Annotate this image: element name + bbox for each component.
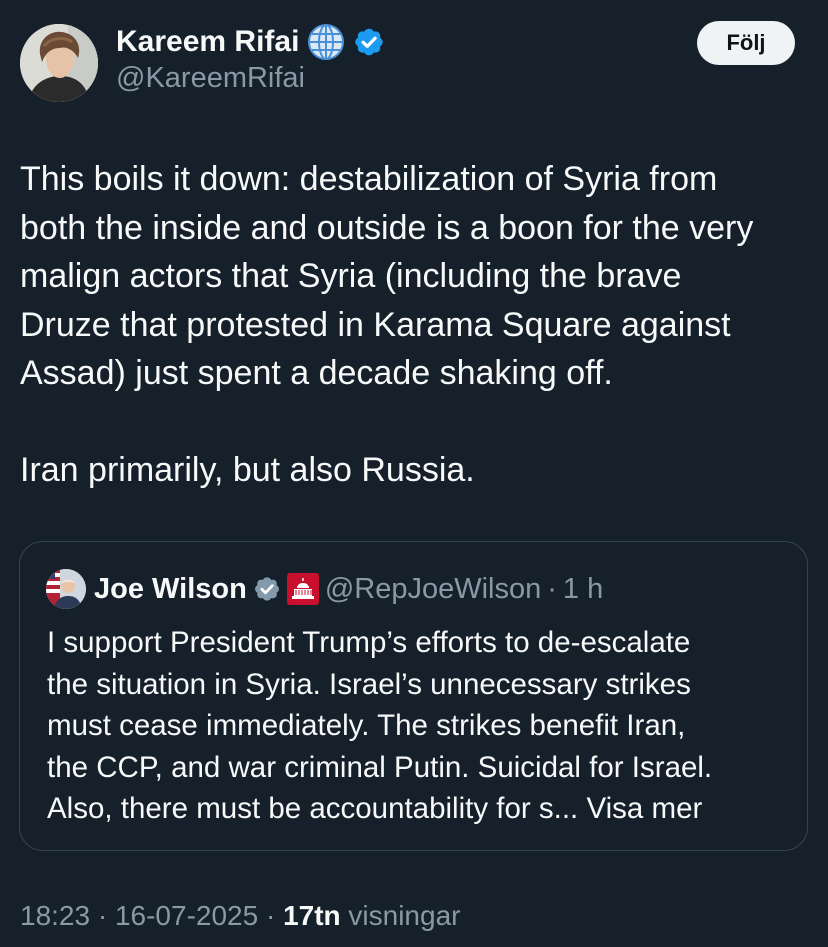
- quote-line: must cease immediately. The strikes bene…: [47, 709, 686, 742]
- globe-icon: [307, 23, 345, 61]
- author-name-row: Kareem Rifai: [116, 22, 385, 62]
- tweet-timestamp[interactable]: 18:23 · 16-07-2025 ·: [20, 900, 275, 931]
- views-label: visningar: [348, 900, 461, 931]
- views-count: 17tn: [283, 900, 341, 931]
- tweet-text: This boils it down: destabilization of S…: [20, 155, 815, 494]
- show-more-link[interactable]: Visa mer: [586, 792, 702, 825]
- tweet-line: malign actors that Syria (including the …: [20, 257, 682, 295]
- quote-line: the situation in Syria. Israel’s unneces…: [47, 667, 691, 701]
- quote-author-avatar: [46, 569, 86, 609]
- quote-line-last: Also, there must be accountability for s…: [47, 788, 792, 830]
- tweet-paragraph-2: Iran primarily, but also Russia.: [20, 450, 475, 489]
- tweet-line: This boils it down: destabilization of S…: [20, 160, 718, 198]
- tweet-line: Druze that protested in Karama Square ag…: [20, 305, 731, 344]
- quote-author-name[interactable]: Joe Wilson: [94, 573, 247, 606]
- follow-button[interactable]: Följ: [697, 21, 795, 65]
- tweet-line: both the inside and outside is a boon fo…: [20, 208, 754, 247]
- quote-line: the CCP, and war criminal Putin. Suicida…: [47, 750, 713, 784]
- tweet-meta: 18:23 · 16-07-2025 · 17tn visningar: [20, 900, 460, 932]
- quote-line: I support President Trump’s efforts to d…: [47, 626, 691, 659]
- gray-verified-badge-icon: [253, 575, 281, 603]
- quoted-tweet-card[interactable]: Joe Wilson @RepJoeWilson · 1 h I support…: [19, 541, 808, 851]
- tweet-line: Assad) just spent a decade shaking off.: [20, 354, 613, 392]
- verified-badge-icon[interactable]: [353, 26, 385, 58]
- author-name[interactable]: Kareem Rifai: [116, 25, 299, 59]
- separator-dot: ·: [547, 572, 557, 605]
- quote-author-handle[interactable]: @RepJoeWilson: [325, 573, 541, 606]
- author-avatar[interactable]: [20, 24, 98, 102]
- quote-text: I support President Trump’s efforts to d…: [47, 622, 792, 830]
- quote-header: Joe Wilson @RepJoeWilson · 1 h: [46, 569, 603, 609]
- us-capitol-icon: [286, 573, 319, 605]
- quote-line: Also, there must be accountability for s…: [47, 792, 579, 825]
- quote-timestamp[interactable]: 1 h: [563, 573, 603, 606]
- author-handle[interactable]: @KareemRifai: [116, 62, 305, 95]
